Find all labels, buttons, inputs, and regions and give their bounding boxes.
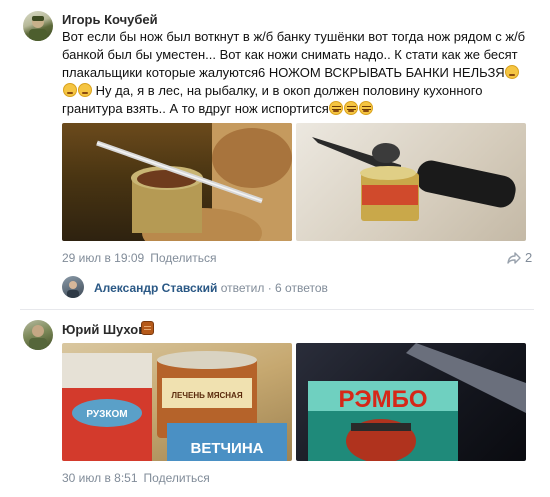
comment-text-part: Ну да, я в лес, на рыбалку, и в окоп дол…: [62, 83, 483, 116]
rofl-emoji: [344, 101, 359, 115]
avatar[interactable]: [62, 276, 84, 298]
barrel-badge-icon: [141, 321, 154, 335]
rofl-emoji: [329, 101, 344, 115]
share-count: 2: [525, 250, 533, 265]
comment-divider: [20, 309, 534, 310]
attached-photo[interactable]: РЭМБО: [296, 343, 526, 461]
weary-face-emoji: [505, 65, 520, 79]
weary-face-emoji: [62, 83, 77, 97]
can-label: ВЕТЧИНА: [191, 440, 264, 457]
share-link[interactable]: Поделиться: [150, 251, 216, 265]
share-link[interactable]: Поделиться: [144, 471, 210, 485]
reply-action: ответил: [220, 281, 265, 295]
replies-count[interactable]: 6 ответов: [275, 281, 328, 295]
book-title: РЭМБО: [339, 386, 428, 413]
comment-meta: 30 июл в 8:51 Поделиться: [62, 471, 210, 485]
comment-meta: 29 июл в 19:09 Поделиться: [62, 251, 216, 265]
share-icon[interactable]: [506, 250, 522, 266]
comment-author[interactable]: Юрий Шухов: [62, 322, 146, 337]
comment-date[interactable]: 30 июл в 8:51: [62, 471, 138, 485]
reply-author[interactable]: Александр Ставский: [94, 281, 217, 295]
can-small-label: ЛЕЧЕНЬ МЯСНАЯ: [171, 391, 242, 400]
can-brand: РУЗКОМ: [86, 409, 127, 420]
attached-photo[interactable]: [62, 123, 292, 241]
weary-face-emoji: [77, 83, 92, 97]
comment-date[interactable]: 29 июл в 19:09: [62, 251, 144, 265]
avatar[interactable]: [23, 320, 53, 350]
avatar[interactable]: [23, 11, 53, 41]
rofl-emoji: [359, 101, 374, 115]
replies-preview[interactable]: Александр Ставский ответил · 6 ответов: [94, 281, 328, 295]
attached-photo[interactable]: РУЗКОМ ЛЕЧЕНЬ МЯСНАЯ ВЕТЧИНА: [62, 343, 292, 461]
attached-photo[interactable]: [296, 123, 526, 241]
comment-text-part: Вот если бы нож был воткнут в ж/б банку …: [62, 29, 526, 80]
comment-text: Вот если бы нож был воткнут в ж/б банку …: [62, 28, 532, 118]
comment-author[interactable]: Игорь Кочубей: [62, 12, 158, 27]
